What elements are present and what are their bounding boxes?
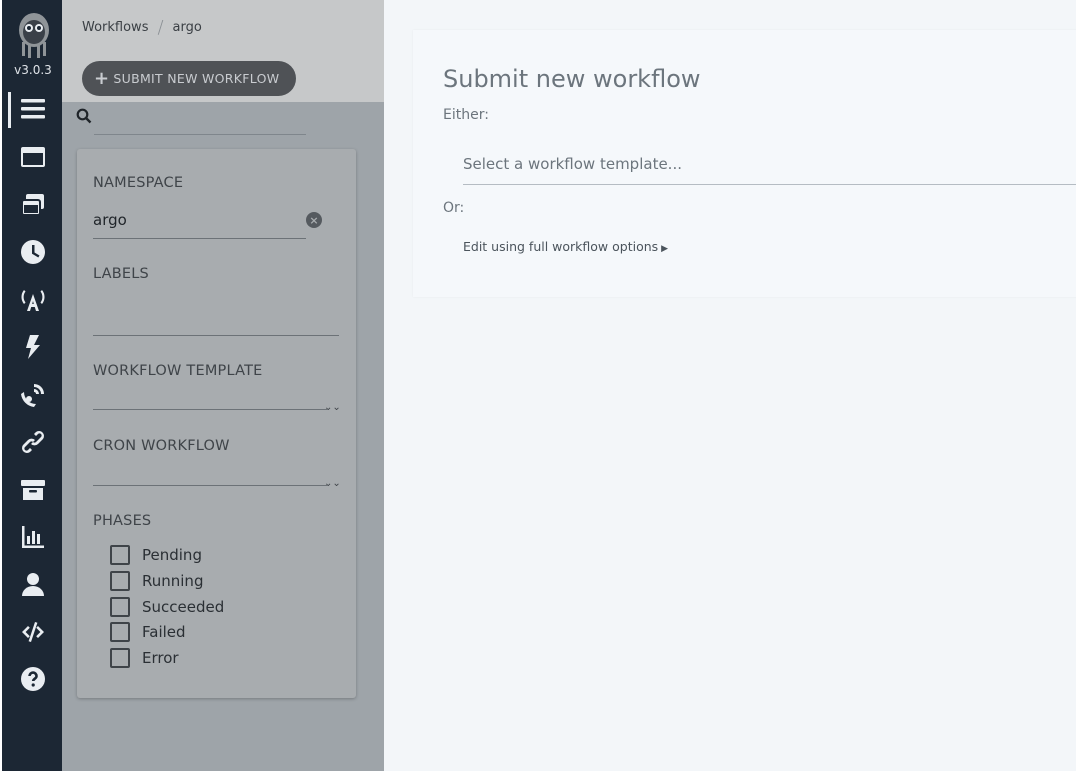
plus-icon: + [94, 67, 110, 89]
breadcrumb-workflows[interactable]: Workflows [82, 20, 148, 35]
event-sources-icon[interactable] [19, 285, 47, 313]
archived-workflows-icon[interactable] [19, 476, 47, 504]
edit-full-options-label: Edit using full workflow options [463, 239, 659, 254]
breadcrumb-separator: / [157, 17, 164, 38]
event-bindings-icon[interactable] [19, 428, 47, 456]
checkbox[interactable] [110, 545, 130, 565]
phase-checkbox-succeeded[interactable]: Succeeded [110, 597, 224, 617]
phase-label: Failed [142, 623, 186, 641]
cron-workflow-label: CRON WORKFLOW [93, 438, 230, 454]
filter-card: NAMESPACE argo × LABELS WORKFLOW TEMPLAT… [77, 149, 356, 698]
workflow-template-select[interactable] [93, 409, 327, 410]
phase-label: Pending [142, 546, 202, 564]
reports-icon[interactable] [19, 523, 47, 551]
workflows-icon[interactable] [19, 95, 47, 123]
chevron-down-icon[interactable]: ⌄⌄ [324, 402, 341, 413]
namespace-underline [93, 238, 306, 239]
submit-new-workflow-button[interactable]: + SUBMIT NEW WORKFLOW [82, 61, 296, 96]
checkbox[interactable] [110, 597, 130, 617]
caret-right-icon: ▶ [661, 244, 669, 254]
search-icon [76, 108, 92, 124]
cluster-workflow-templates-icon[interactable] [19, 191, 47, 219]
checkbox[interactable] [110, 571, 130, 591]
cron-workflows-icon[interactable] [19, 238, 47, 266]
submit-card: Submit new workflow Either: Select a wor… [413, 30, 1076, 297]
user-icon[interactable] [19, 570, 47, 598]
phase-label: Error [142, 649, 179, 667]
phase-checkbox-failed[interactable]: Failed [110, 622, 186, 642]
version-label: v3.0.3 [14, 63, 52, 77]
edit-full-options-link[interactable]: Edit using full workflow options ▶ [463, 239, 668, 254]
submit-workflow-panel: Submit new workflow Either: Select a wor… [384, 0, 1076, 771]
checkbox[interactable] [110, 622, 130, 642]
phases-label: PHASES [93, 513, 152, 529]
chevron-down-icon[interactable]: ⌄⌄ [324, 478, 341, 489]
cron-workflow-select[interactable] [93, 485, 327, 486]
workflow-templates-icon[interactable] [19, 143, 47, 171]
phase-checkbox-error[interactable]: Error [110, 648, 179, 668]
phase-label: Succeeded [142, 598, 225, 616]
workflow-template-label: WORKFLOW TEMPLATE [93, 363, 263, 379]
phase-checkbox-running[interactable]: Running [110, 571, 203, 591]
breadcrumb-current: argo [172, 20, 202, 35]
namespace-input[interactable]: argo [93, 211, 127, 229]
workflow-list-panel: Workflows / argo + SUBMIT NEW WORKFLOW N… [62, 0, 384, 771]
sensors-icon[interactable] [19, 333, 47, 361]
submit-new-workflow-label: SUBMIT NEW WORKFLOW [113, 71, 280, 86]
clear-namespace-icon[interactable]: × [306, 212, 322, 228]
or-label: Or: [443, 200, 465, 216]
labels-label: LABELS [93, 266, 149, 282]
search-underline [94, 134, 306, 135]
checkbox[interactable] [110, 648, 130, 668]
workflow-template-select-input[interactable]: Select a workflow template... [463, 147, 1076, 185]
argo-logo-icon[interactable] [14, 10, 54, 62]
namespace-label: NAMESPACE [93, 175, 184, 191]
event-flow-icon[interactable] [19, 381, 47, 409]
phase-label: Running [142, 572, 204, 590]
phase-checkbox-pending[interactable]: Pending [110, 545, 202, 565]
active-indicator [8, 92, 11, 128]
template-placeholder: Select a workflow template... [463, 155, 682, 173]
either-label: Either: [443, 107, 489, 123]
breadcrumb: Workflows / argo [82, 17, 202, 38]
help-icon[interactable] [19, 665, 47, 693]
side-nav: v3.0.3 [0, 0, 62, 771]
top-bar: Workflows / argo + SUBMIT NEW WORKFLOW [62, 0, 384, 102]
panel-title: Submit new workflow [443, 65, 701, 93]
search-input[interactable] [76, 108, 306, 136]
labels-input[interactable] [93, 335, 339, 336]
api-docs-icon[interactable] [19, 618, 47, 646]
